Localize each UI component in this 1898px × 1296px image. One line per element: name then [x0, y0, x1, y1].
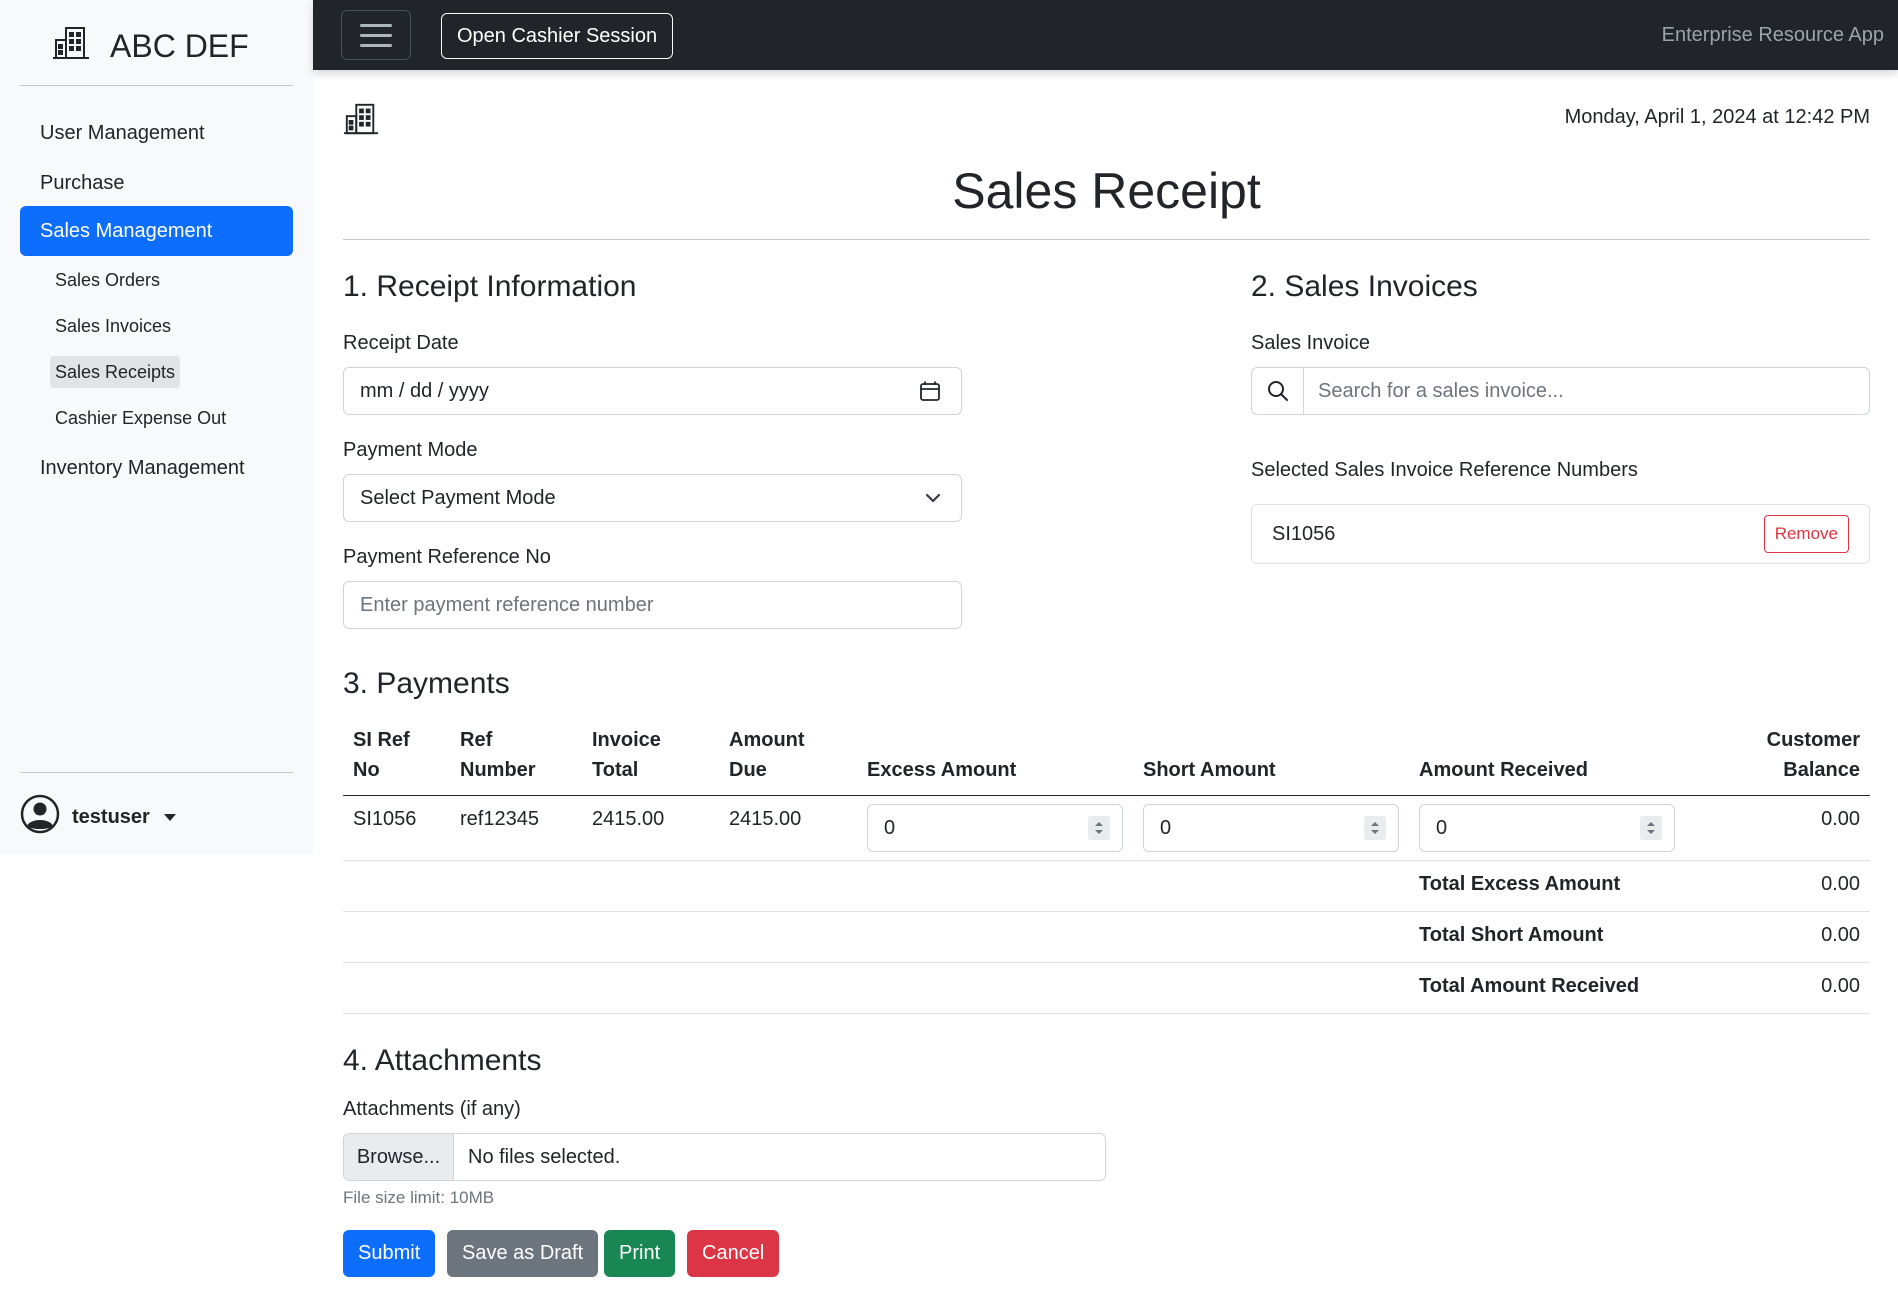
- excess-amount-input[interactable]: 0: [867, 804, 1123, 852]
- cell-ref-number: ref12345: [450, 795, 582, 861]
- section-heading-attachments: 4. Attachments: [343, 1044, 542, 1077]
- user-name: testuser: [72, 805, 150, 828]
- print-button[interactable]: Print: [604, 1230, 676, 1277]
- cell-si-ref: SI1056: [343, 795, 450, 861]
- section-heading-sales-invoices: 2. Sales Invoices: [1251, 270, 1478, 303]
- caret-down-icon: [163, 813, 176, 821]
- sidebar-subitem-sales-receipts[interactable]: Sales Receipts: [50, 356, 181, 388]
- cell-short-amount: 0: [1133, 795, 1409, 861]
- totals-row: Total Amount Received 0.00: [343, 962, 1870, 1014]
- selected-invoice-item: SI1056 Remove: [1251, 504, 1870, 564]
- payment-mode-label: Payment Mode: [343, 439, 478, 461]
- building-icon: [343, 100, 379, 144]
- cell-amount-due: 2415.00: [719, 795, 857, 861]
- totals-row: Total Short Amount 0.00: [343, 911, 1870, 963]
- selected-invoices-label: Selected Sales Invoice Reference Numbers: [1251, 459, 1638, 481]
- sales-invoice-label: Sales Invoice: [1251, 332, 1370, 354]
- payment-reference-label: Payment Reference No: [343, 546, 551, 568]
- submit-button[interactable]: Submit: [343, 1230, 436, 1277]
- chevron-down-icon: [925, 490, 941, 506]
- hamburger-line: [360, 43, 392, 47]
- app-name: Enterprise Resource App: [1661, 24, 1884, 46]
- sidebar-subitem-sales-orders[interactable]: Sales Orders: [50, 264, 165, 296]
- current-datetime: Monday, April 1, 2024 at 12:42 PM: [1564, 106, 1870, 128]
- table-row: SI1056 ref12345 2415.00 2415.00 0 0 0 0.…: [343, 795, 1870, 861]
- receipt-date-input[interactable]: mm / dd / yyyy: [343, 367, 962, 415]
- column-header-amount-received[interactable]: Amount Received: [1409, 717, 1685, 796]
- page-title: Sales Receipt: [952, 163, 1261, 219]
- attachments-label: Attachments (if any): [343, 1098, 521, 1120]
- file-status: No files selected.: [468, 1145, 621, 1168]
- number-spinner[interactable]: [1640, 816, 1662, 840]
- cell-invoice-total: 2415.00: [582, 795, 719, 861]
- sidebar-item-purchase[interactable]: Purchase: [20, 159, 293, 207]
- building-icon: [52, 24, 90, 68]
- column-header-amount-due[interactable]: Amount Due: [719, 717, 857, 796]
- table-header-row: SI Ref No Ref Number Invoice Total Amoun…: [343, 717, 1870, 796]
- file-size-hint: File size limit: 10MB: [343, 1188, 495, 1207]
- sidebar-divider: [20, 772, 293, 773]
- sidebar-item-inventory-management[interactable]: Inventory Management: [20, 444, 293, 492]
- open-cashier-session-button[interactable]: Open Cashier Session: [441, 13, 674, 59]
- amount-received-input[interactable]: 0: [1419, 804, 1675, 852]
- top-navbar: Open Cashier Session Enterprise Resource…: [313, 0, 1898, 70]
- column-header-excess-amount[interactable]: Excess Amount: [857, 717, 1133, 796]
- title-divider: [343, 239, 1870, 240]
- payment-reference-placeholder: Enter payment reference number: [360, 593, 654, 616]
- user-circle-icon: [20, 794, 60, 840]
- selected-invoice-ref: SI1056: [1272, 522, 1336, 545]
- short-amount-value: 0: [1160, 817, 1172, 839]
- amount-received-value: 0: [1436, 817, 1448, 839]
- section-heading-receipt-information: 1. Receipt Information: [343, 270, 637, 303]
- hamburger-line: [360, 33, 392, 37]
- sales-invoice-search-input[interactable]: Search for a sales invoice...: [1304, 368, 1869, 414]
- short-amount-input[interactable]: 0: [1143, 804, 1399, 852]
- user-menu[interactable]: testuser: [20, 794, 176, 840]
- browse-button[interactable]: Browse...: [344, 1134, 454, 1180]
- total-received-value: 0.00: [1685, 962, 1870, 1014]
- sidebar-item-user-management[interactable]: User Management: [20, 109, 293, 157]
- payment-mode-select[interactable]: Select Payment Mode: [343, 474, 962, 522]
- column-header-si-ref-no[interactable]: SI Ref No: [343, 717, 450, 796]
- total-short-value: 0.00: [1685, 911, 1870, 963]
- cell-amount-received: 0: [1409, 795, 1685, 861]
- sidebar-subitem-cashier-expense-out[interactable]: Cashier Expense Out: [50, 402, 231, 434]
- sidebar-divider: [20, 85, 293, 86]
- cell-customer-balance: 0.00: [1685, 795, 1870, 861]
- column-header-short-amount[interactable]: Short Amount: [1133, 717, 1409, 796]
- file-input[interactable]: Browse... No files selected.: [343, 1133, 1106, 1181]
- search-icon: [1252, 368, 1304, 414]
- number-spinner[interactable]: [1364, 816, 1386, 840]
- hamburger-line: [360, 23, 392, 27]
- column-header-ref-number[interactable]: Ref Number: [450, 717, 582, 796]
- brand[interactable]: ABC DEF: [52, 24, 249, 68]
- total-excess-value: 0.00: [1685, 860, 1870, 912]
- payment-reference-input[interactable]: Enter payment reference number: [343, 581, 962, 629]
- hamburger-menu-button[interactable]: [341, 10, 411, 60]
- total-excess-label: Total Excess Amount: [1409, 860, 1685, 912]
- payment-mode-value: Select Payment Mode: [360, 486, 556, 509]
- receipt-date-value: mm / dd / yyyy: [360, 379, 489, 402]
- cell-excess-amount: 0: [857, 795, 1133, 861]
- cancel-button[interactable]: Cancel: [687, 1230, 780, 1277]
- column-header-customer-balance[interactable]: Customer Balance: [1685, 717, 1870, 796]
- sidebar-item-sales-management[interactable]: Sales Management: [20, 206, 293, 256]
- sidebar: ABC DEF User Management Purchase Sales M…: [0, 0, 313, 854]
- sales-invoice-search[interactable]: Search for a sales invoice...: [1251, 367, 1870, 415]
- receipt-date-label: Receipt Date: [343, 332, 459, 354]
- totals-row: Total Excess Amount 0.00: [343, 860, 1870, 912]
- total-received-label: Total Amount Received: [1409, 962, 1685, 1014]
- payments-table: SI Ref No Ref Number Invoice Total Amoun…: [343, 717, 1870, 1014]
- total-short-label: Total Short Amount: [1409, 911, 1685, 963]
- section-heading-payments: 3. Payments: [343, 667, 510, 700]
- save-draft-button[interactable]: Save as Draft: [447, 1230, 599, 1277]
- calendar-icon[interactable]: [919, 380, 941, 402]
- excess-amount-value: 0: [884, 817, 896, 839]
- column-header-invoice-total[interactable]: Invoice Total: [582, 717, 719, 796]
- remove-invoice-button[interactable]: Remove: [1763, 515, 1849, 553]
- sidebar-subitem-sales-invoices[interactable]: Sales Invoices: [50, 310, 176, 342]
- brand-name: ABC DEF: [110, 27, 249, 64]
- number-spinner[interactable]: [1088, 816, 1110, 840]
